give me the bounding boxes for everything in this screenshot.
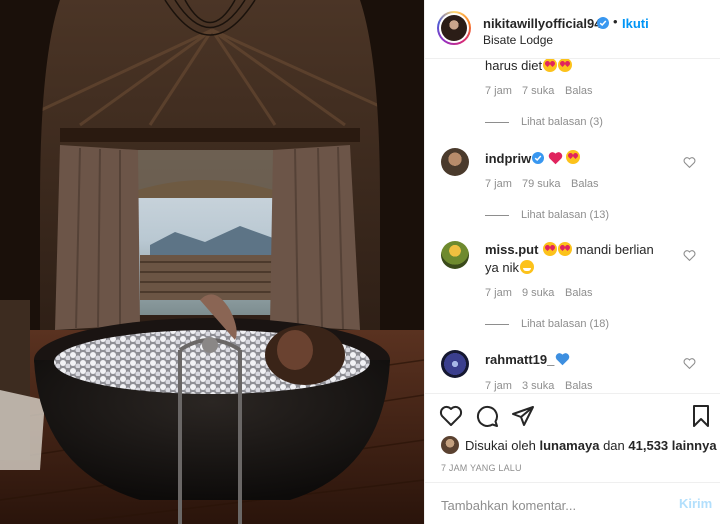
heart-eyes-emoji-icon [558, 59, 573, 72]
replies-divider [485, 215, 509, 216]
commenter-username[interactable]: indpriw [485, 151, 531, 166]
comment-body: miss.put mandi berlian ya nik [485, 241, 685, 277]
reply-button[interactable]: Balas [565, 380, 593, 392]
red-heart-emoji-icon [548, 152, 563, 165]
heart-eyes-emoji-icon [566, 150, 580, 164]
grin-emoji-icon [519, 260, 534, 274]
verified-badge-icon [597, 17, 609, 29]
heart-outline-icon[interactable] [439, 404, 463, 428]
comment-time[interactable]: 7 jam [485, 178, 512, 190]
replies-divider [485, 122, 509, 123]
commenter-avatar[interactable] [441, 241, 469, 269]
verified-badge-icon [532, 152, 544, 164]
liked-by-prefix: Disukai oleh [465, 438, 536, 453]
commenter-username[interactable]: rahmatt19_ [485, 352, 554, 367]
comment-time[interactable]: 7 jam [485, 85, 512, 97]
commenter-avatar[interactable] [441, 148, 469, 176]
heart-eyes-emoji-icon [558, 242, 573, 256]
comment-time[interactable]: 7 jam [485, 380, 512, 392]
commenter-avatar[interactable] [441, 350, 469, 378]
commenter-username[interactable]: miss.put [485, 242, 538, 257]
small-heart-icon[interactable] [683, 156, 696, 169]
view-replies-label: Lihat balasan (13) [521, 209, 610, 221]
liked-by-and: dan [603, 438, 625, 453]
reply-button[interactable]: Balas [565, 287, 593, 299]
heart-eyes-emoji-icon [543, 59, 558, 72]
follow-button[interactable]: Ikuti [622, 16, 649, 31]
comment-text-line2: ya nik [485, 260, 519, 275]
liker-avatar[interactable] [441, 436, 459, 454]
post-comment-button[interactable]: Kirim [679, 496, 712, 511]
liked-by: Disukai oleh lunamaya dan 41,533 lainnya [441, 436, 717, 454]
comment-text: harus diet [485, 59, 573, 75]
instagram-post: nikitawillyofficial94 • Ikuti Bisate Lod… [0, 0, 720, 524]
post-header: nikitawillyofficial94 • Ikuti Bisate Lod… [425, 0, 720, 59]
comment-text-body: harus diet [485, 59, 543, 73]
replies-divider [485, 324, 509, 325]
view-replies-label: Lihat balasan (18) [521, 318, 610, 330]
comment-like-count[interactable]: 9 suka [522, 287, 554, 299]
author-username[interactable]: nikitawillyofficial94 [483, 16, 602, 31]
heart-eyes-emoji-icon [543, 242, 558, 256]
reply-button[interactable]: Balas [571, 178, 599, 190]
blue-heart-emoji-icon [555, 353, 570, 366]
reply-button[interactable]: Balas [565, 85, 593, 97]
post-actions: Disukai oleh lunamaya dan 41,533 lainnya… [425, 393, 720, 525]
bookmark-icon[interactable] [689, 404, 713, 428]
comment-input[interactable] [439, 494, 663, 516]
comment-like-count[interactable]: 7 suka [522, 85, 554, 97]
view-replies-label: Lihat balasan (3) [521, 116, 603, 128]
avatar-ring-inner [439, 13, 469, 43]
small-heart-icon[interactable] [683, 249, 696, 262]
comment-text: mandi berlian [575, 242, 654, 257]
add-comment-bar: Kirim [425, 482, 720, 526]
author-avatar[interactable] [437, 11, 471, 45]
post-location[interactable]: Bisate Lodge [483, 33, 553, 47]
author-avatar-photo [441, 15, 467, 41]
comment-time[interactable]: 7 jam [485, 287, 512, 299]
bathtub-photo-illustration [0, 0, 424, 524]
comment-like-count[interactable]: 3 suka [522, 380, 554, 392]
liker-username[interactable]: lunamaya [539, 438, 599, 453]
likes-count-button[interactable]: 41,533 lainnya [628, 438, 716, 453]
post-timestamp[interactable]: 7 JAM YANG LALU [441, 463, 522, 473]
speech-bubble-icon[interactable] [475, 404, 499, 428]
post-side-panel: nikitawillyofficial94 • Ikuti Bisate Lod… [424, 0, 720, 524]
comments-list[interactable]: harus diet 7 jam 7 suka Balas Lihat bala… [425, 59, 720, 392]
comment-like-count[interactable]: 79 suka [522, 178, 561, 190]
paper-plane-icon[interactable] [511, 404, 535, 428]
post-photo[interactable] [0, 0, 424, 524]
separator-dot: • [613, 14, 618, 29]
small-heart-icon[interactable] [683, 357, 696, 370]
